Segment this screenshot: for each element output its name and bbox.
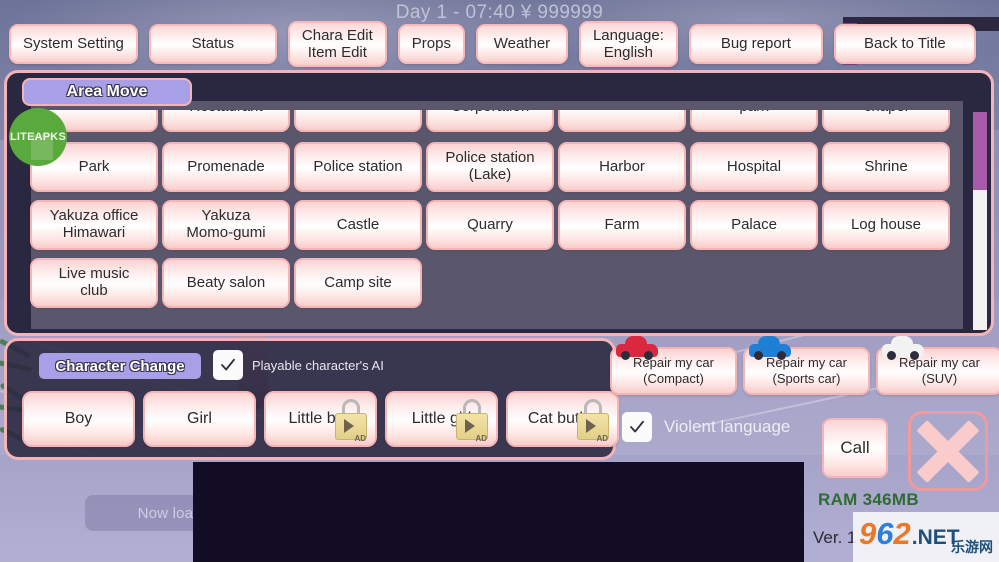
scrollbar-track-upper (973, 112, 987, 190)
area-button-hospital[interactable]: Hospital (690, 142, 818, 192)
area-button-chapel[interactable]: chapel (822, 110, 950, 132)
character-buttons: Boy Girl Little boy AD Little girl AD Ca… (22, 391, 619, 447)
area-button-live-music-club[interactable]: Live music club (30, 258, 158, 308)
playable-character-ai-row[interactable]: Playable character's AI (213, 350, 384, 380)
area-button-park2[interactable]: park (690, 110, 818, 132)
watermark-digit-9: 9 (859, 516, 877, 551)
lock-ad-icon: AD (454, 399, 490, 443)
area-button-quarry[interactable]: Quarry (426, 200, 554, 250)
watermark-digit-6: 6 (876, 516, 894, 551)
close-button[interactable] (908, 411, 988, 491)
area-button-shrine[interactable]: Shrine (822, 142, 950, 192)
watermark-cn-label: 乐游网 (951, 539, 993, 555)
menu-item-language[interactable]: Language: English (578, 21, 678, 67)
menu-item-back-to-title[interactable]: Back to Title (833, 24, 976, 64)
area-button[interactable] (558, 110, 686, 132)
repair-car-sports-button[interactable]: Repair my car (Sports car) (743, 336, 870, 395)
area-button-camp-site[interactable]: Camp site (294, 258, 422, 308)
scrollbar-thumb[interactable] (973, 190, 987, 330)
character-button-cat-butler[interactable]: Cat butler AD (506, 391, 619, 447)
area-button-corporation[interactable]: Corporation (426, 110, 554, 132)
area-button-farm[interactable]: Farm (558, 200, 686, 250)
watermark-digit-2: 2 (893, 516, 911, 551)
playable-character-ai-checkbox[interactable] (213, 350, 243, 380)
repair-car-label: Repair my car (Compact) (633, 355, 714, 386)
area-button-castle[interactable]: Castle (294, 200, 422, 250)
check-icon (630, 420, 644, 433)
car-white-icon (882, 336, 924, 360)
character-button-label: Girl (187, 410, 212, 427)
character-button-little-boy[interactable]: Little boy AD (264, 391, 377, 447)
call-button[interactable]: Call (822, 418, 888, 478)
car-red-icon (616, 336, 658, 360)
check-icon (221, 358, 235, 371)
site-watermark: 9 6 2 .NET 乐游网 (853, 512, 999, 562)
menu-item-bug-report[interactable]: Bug report (688, 24, 823, 64)
area-move-scrollbar[interactable] (973, 112, 987, 332)
menu-item-status[interactable]: Status (148, 24, 277, 64)
area-button-police-station[interactable]: Police station (294, 142, 422, 192)
area-button-palace[interactable]: Palace (690, 200, 818, 250)
violent-language-checkbox[interactable] (622, 412, 652, 442)
ram-usage-label: RAM 346MB (818, 490, 919, 509)
violent-language-row[interactable]: Violent language (622, 412, 790, 442)
menu-item-weather[interactable]: Weather (475, 24, 568, 64)
menu-item-props[interactable]: Props (397, 24, 465, 64)
character-button-little-girl[interactable]: Little girl AD (385, 391, 498, 447)
area-button-harbor[interactable]: Harbor (558, 142, 686, 192)
area-button-restaurant[interactable]: Restaurant (162, 110, 290, 132)
lock-ad-icon: AD (575, 399, 611, 443)
liteapks-watermark: LITEAPKS (9, 108, 67, 166)
menu-item-system-setting[interactable]: System Setting (9, 24, 138, 64)
character-change-panel: Character Change Playable character's AI… (4, 338, 619, 460)
character-button-boy[interactable]: Boy (22, 391, 135, 447)
ad-tag-label: AD (354, 434, 366, 443)
video-ad-overlay (193, 462, 804, 562)
car-blue-icon (749, 336, 791, 360)
character-change-title: Character Change (39, 353, 201, 379)
area-button-log-house[interactable]: Log house (822, 200, 950, 250)
repair-car-label: Repair my car (Sports car) (766, 355, 847, 386)
playable-character-ai-label: Playable character's AI (252, 357, 384, 373)
menu-item-chara-item-edit[interactable]: Chara Edit Item Edit (287, 21, 387, 67)
character-button-girl[interactable]: Girl (143, 391, 256, 447)
area-button-police-station-lake[interactable]: Police station (Lake) (426, 142, 554, 192)
ad-tag-label: AD (475, 434, 487, 443)
area-button-beaty-salon[interactable]: Beaty salon (162, 258, 290, 308)
top-menu-bar: System Setting Status Chara Edit Item Ed… (0, 18, 999, 70)
violent-language-label: Violent language (664, 417, 791, 436)
area-move-grid: Park Promenade Police station Police sta… (30, 142, 960, 308)
area-move-clipped-row: Restaurant Corporation park chapel (30, 110, 960, 132)
game-screen: Now loading Day 1 - 07:40 ¥ 999999 Syste… (0, 0, 999, 562)
area-button-promenade[interactable]: Promenade (162, 142, 290, 192)
repair-car-label: Repair my car (SUV) (899, 355, 980, 386)
repair-car-compact-button[interactable]: Repair my car (Compact) (610, 336, 737, 395)
repair-car-buttons: Repair my car (Compact) Repair my car (S… (610, 336, 999, 395)
area-button-yakuza-momo-gumi[interactable]: Yakuza Momo-gumi (162, 200, 290, 250)
version-label: Ver. 1 (813, 528, 857, 547)
character-button-label: Boy (64, 410, 93, 427)
area-button[interactable] (294, 110, 422, 132)
repair-car-suv-button[interactable]: Repair my car (SUV) (876, 336, 999, 395)
ad-tag-label: AD (596, 434, 608, 443)
area-button-yakuza-office-himawari[interactable]: Yakuza office Himawari (30, 200, 158, 250)
area-move-title: Area Move (22, 78, 192, 106)
lock-ad-icon: AD (333, 399, 369, 443)
